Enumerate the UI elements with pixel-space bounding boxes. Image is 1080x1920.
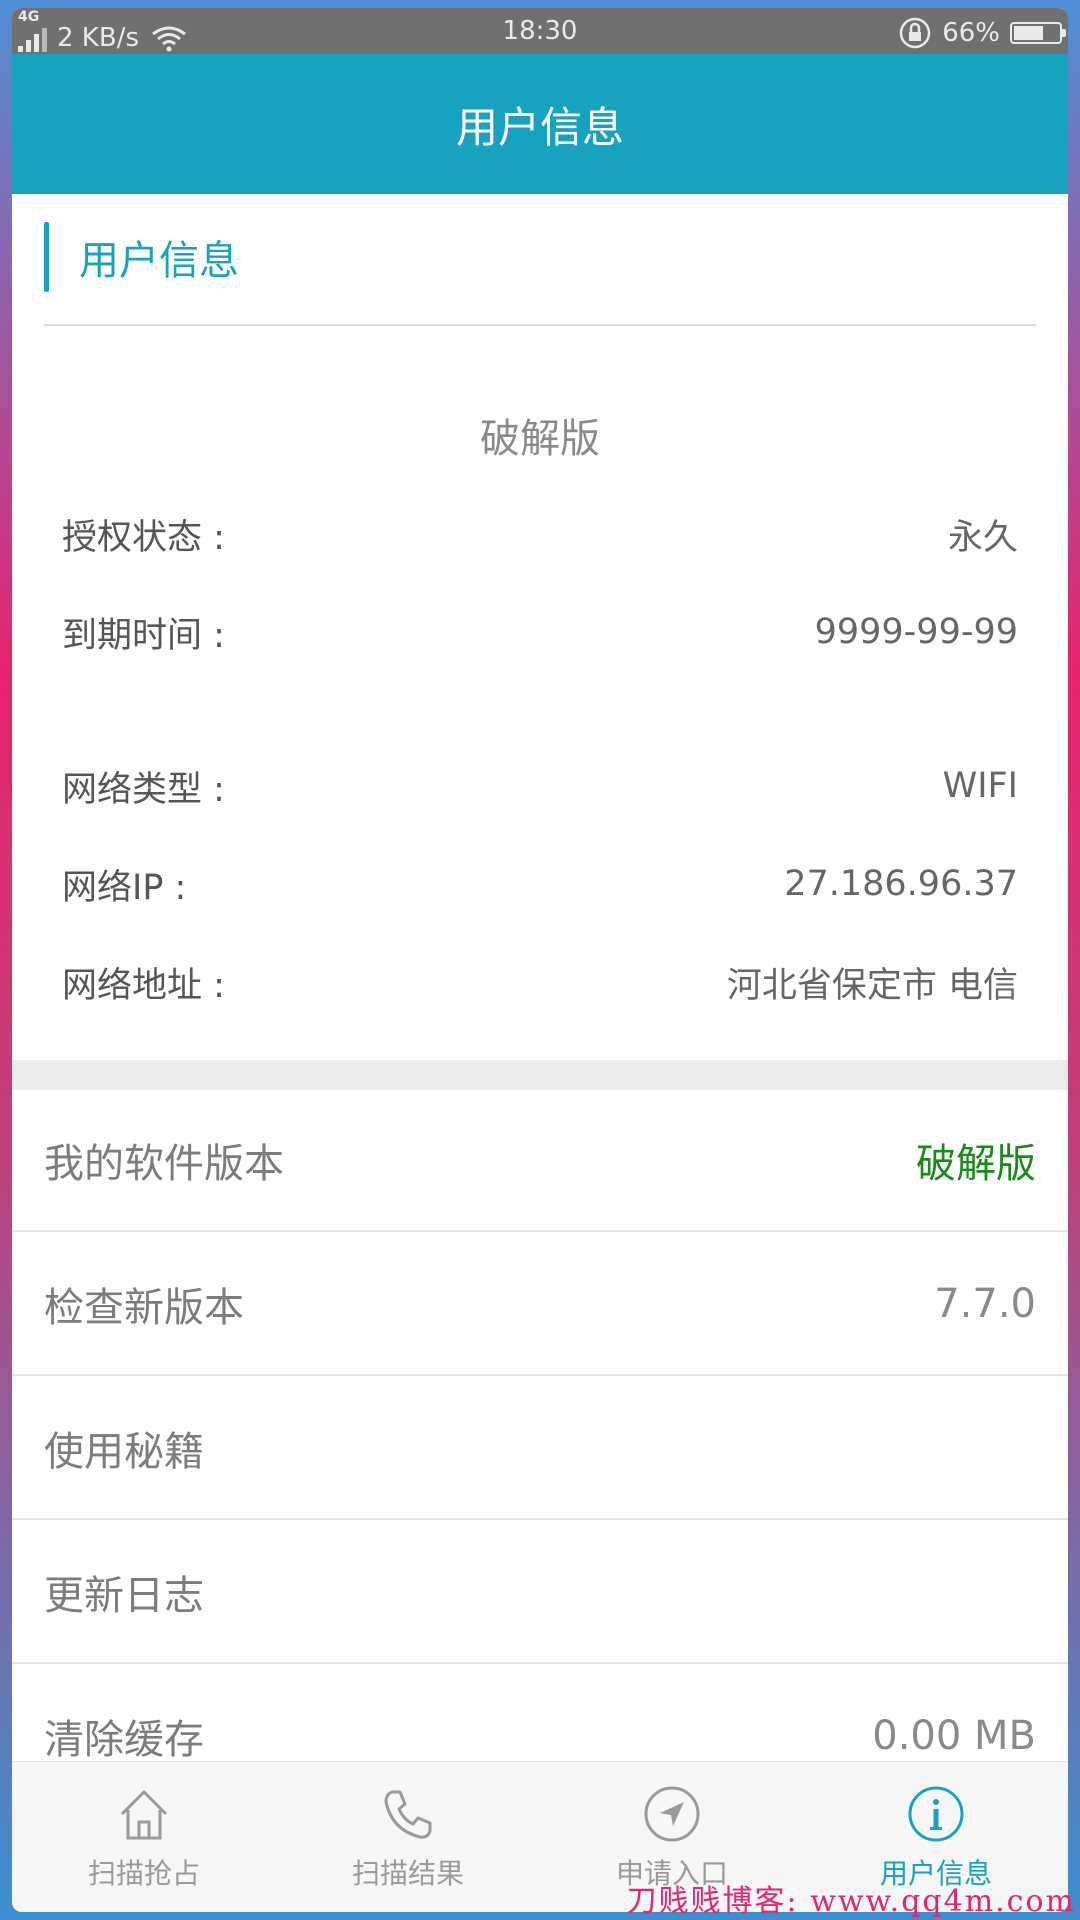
battery-percent: 66% bbox=[942, 18, 1000, 48]
page-title: 用户信息 bbox=[455, 102, 624, 152]
info-label: 网络地址 : bbox=[62, 965, 225, 1006]
settings-label: 我的软件版本 bbox=[44, 1141, 284, 1187]
info-row-auth-status: 授权状态 : 永久 bbox=[62, 504, 1018, 564]
battery-fill bbox=[1014, 26, 1044, 40]
info-value: 永久 bbox=[947, 517, 1018, 558]
tab-scan-results[interactable]: 扫描结果 bbox=[276, 1762, 540, 1912]
settings-row-changelog[interactable]: 更新日志 bbox=[12, 1522, 1068, 1664]
app-header: 用户信息 bbox=[12, 54, 1068, 194]
battery-icon bbox=[1010, 22, 1066, 44]
settings-row-check-update[interactable]: 检查新版本 7.7.0 bbox=[12, 1234, 1068, 1376]
info-row-network-type: 网络类型 : WIFI bbox=[62, 756, 1018, 816]
home-icon bbox=[120, 1790, 168, 1840]
info-value: 河北省保定市 电信 bbox=[726, 965, 1018, 1006]
rotation-lock-icon bbox=[899, 17, 931, 49]
settings-row-usage-tips[interactable]: 使用秘籍 bbox=[12, 1378, 1068, 1520]
info-value: 9999-99-99 bbox=[814, 612, 1018, 652]
info-label: 网络类型 : bbox=[62, 769, 225, 810]
settings-value: 0.00 MB bbox=[872, 1713, 1036, 1759]
navigation-icon bbox=[644, 1786, 700, 1842]
section-accent-bar bbox=[44, 222, 49, 292]
tab-label: 扫描抢占 bbox=[87, 1857, 200, 1890]
settings-value: 7.7.0 bbox=[934, 1281, 1036, 1327]
tab-label: 扫描结果 bbox=[351, 1857, 464, 1890]
edition-label: 破解版 bbox=[480, 416, 600, 462]
info-label: 授权状态 : bbox=[62, 517, 225, 558]
settings-label: 更新日志 bbox=[44, 1573, 204, 1619]
phone-icon bbox=[384, 1790, 432, 1839]
section-divider bbox=[44, 324, 1036, 326]
phone-screen: 4G 2 KB/s 18:30 66% 用户信息 用户信息 破解版 授权状态:… bbox=[12, 8, 1068, 1912]
section-header: 用户信息 bbox=[44, 222, 239, 292]
info-label: 网络IP : bbox=[62, 867, 187, 908]
info-icon bbox=[908, 1786, 964, 1842]
settings-row-software-version[interactable]: 我的软件版本 破解版 bbox=[12, 1090, 1068, 1232]
info-label: 到期时间 : bbox=[62, 615, 225, 656]
status-right: 66% bbox=[898, 16, 1066, 50]
info-row-network-address: 网络地址 : 河北省保定市 电信 bbox=[62, 952, 1018, 1012]
tab-scan-grab[interactable]: 扫描抢占 bbox=[12, 1762, 276, 1912]
info-value: 27.186.96.37 bbox=[784, 864, 1018, 904]
settings-value: 破解版 bbox=[916, 1141, 1036, 1187]
section-title: 用户信息 bbox=[79, 238, 239, 284]
info-row-expiry: 到期时间 : 9999-99-99 bbox=[62, 602, 1018, 662]
status-bar: 4G 2 KB/s 18:30 66% bbox=[12, 8, 1068, 54]
settings-label: 检查新版本 bbox=[44, 1285, 244, 1331]
info-row-network-ip: 网络IP : 27.186.96.37 bbox=[62, 854, 1018, 914]
settings-label: 使用秘籍 bbox=[44, 1429, 204, 1475]
watermark: 刀贱贱博客: www.qq4m.com bbox=[626, 1884, 1076, 1919]
settings-label: 清除缓存 bbox=[44, 1717, 204, 1763]
section-gap bbox=[12, 1060, 1068, 1090]
info-value: WIFI bbox=[942, 766, 1018, 806]
